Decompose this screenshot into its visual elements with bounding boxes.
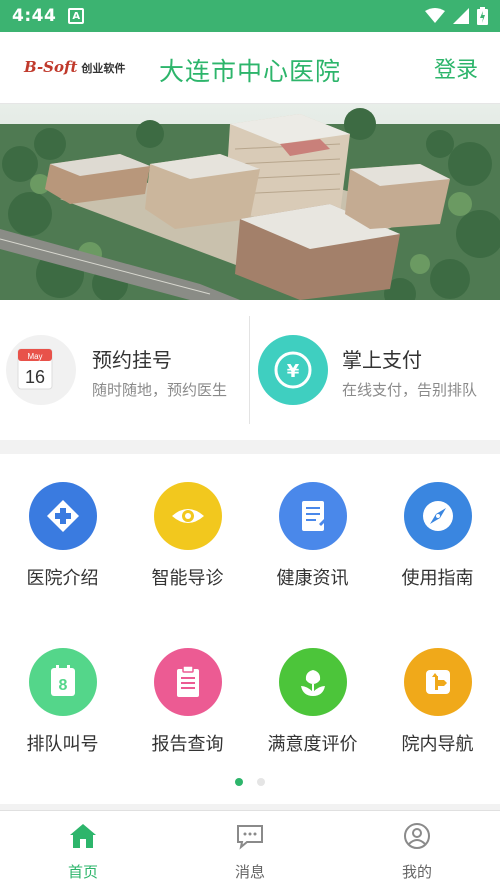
home-icon: [70, 824, 96, 848]
grid-label: 医院介绍: [26, 568, 99, 589]
function-grid: 医院介绍 智能导诊 健康资讯 使用指南 8 排队叫号 报告查询 满意度评价 院内…: [0, 454, 500, 804]
status-bar: 4:44 A: [0, 0, 500, 32]
app-header: B-Soft 创业软件 大连市中心医院 登录: [0, 32, 500, 104]
battery-icon: [477, 7, 488, 25]
appointment-card[interactable]: May 16 预约挂号 随时随地，预约医生: [0, 300, 249, 440]
nav-messages[interactable]: 消息: [167, 811, 333, 888]
nav-label: 首页: [67, 863, 98, 881]
login-button[interactable]: 登录: [434, 52, 478, 84]
compass-icon: [403, 482, 472, 550]
bsoft-logo: B-Soft 创业软件: [24, 58, 125, 76]
grid-item-queue[interactable]: 8 排队叫号: [0, 648, 125, 756]
queue-number-icon: 8: [28, 648, 97, 716]
page-indicator: [0, 778, 500, 786]
message-icon: [237, 825, 263, 850]
grid-label: 健康资讯: [276, 568, 349, 589]
document-icon: [278, 482, 347, 550]
grid-item-indoor-navigation[interactable]: 院内导航: [375, 648, 500, 756]
flower-icon: [278, 648, 347, 716]
yuan-symbol: ¥: [287, 361, 300, 382]
logo-text: 创业软件: [81, 62, 126, 75]
grid-label: 使用指南: [401, 568, 474, 589]
appointment-title: 预约挂号: [92, 348, 172, 372]
grid-item-health-news[interactable]: 健康资讯: [250, 482, 375, 590]
signal-icon: [453, 8, 469, 24]
payment-subtitle: 在线支付，告别排队: [342, 381, 478, 399]
grid-item-report-query[interactable]: 报告查询: [125, 648, 250, 756]
grid-label: 报告查询: [151, 734, 224, 755]
appointment-subtitle: 随时随地，预约医生: [92, 381, 228, 399]
grid-item-satisfaction[interactable]: 满意度评价: [250, 648, 375, 756]
wifi-icon: [425, 8, 445, 23]
page-dot-active[interactable]: [235, 778, 243, 786]
eye-icon: [153, 482, 222, 550]
clipboard-icon: [153, 648, 222, 716]
payment-title: 掌上支付: [342, 348, 422, 372]
page-dot[interactable]: [257, 778, 265, 786]
nav-mine[interactable]: 我的: [334, 811, 500, 888]
signpost-icon: [403, 648, 472, 716]
profile-icon: [404, 823, 430, 849]
grid-item-smart-triage[interactable]: 智能导诊: [125, 482, 250, 590]
logo-mark: B-Soft: [24, 58, 78, 76]
grid-label: 排队叫号: [26, 734, 99, 755]
grid-label: 院内导航: [401, 734, 474, 755]
status-time: 4:44: [12, 6, 57, 26]
grid-item-hospital-intro[interactable]: 医院介绍: [0, 482, 125, 590]
hospital-banner-image[interactable]: [0, 104, 500, 300]
payment-card[interactable]: ¥ 掌上支付 在线支付，告别排队: [250, 300, 500, 440]
bottom-navigation: 首页 消息 我的: [0, 810, 500, 888]
nav-label: 我的: [401, 863, 432, 881]
yuan-icon: ¥: [258, 335, 328, 405]
calendar-day: 16: [25, 367, 45, 387]
notification-a-icon: A: [68, 8, 85, 24]
section-separator: [0, 440, 500, 454]
grid-label: 智能导诊: [151, 568, 224, 589]
queue-number: 8: [58, 677, 67, 694]
grid-label: 满意度评价: [267, 734, 358, 755]
quick-actions: May 16 预约挂号 随时随地，预约医生 ¥ 掌上支付 在线支付，告别排队: [0, 300, 500, 440]
calendar-month: May: [27, 352, 42, 361]
grid-item-user-guide[interactable]: 使用指南: [375, 482, 500, 590]
hospital-cross-icon: [28, 482, 97, 550]
calendar-icon: May 16: [6, 335, 76, 405]
nav-home[interactable]: 首页: [0, 811, 166, 888]
nav-label: 消息: [234, 863, 265, 881]
hospital-aerial-illustration: [0, 104, 500, 300]
